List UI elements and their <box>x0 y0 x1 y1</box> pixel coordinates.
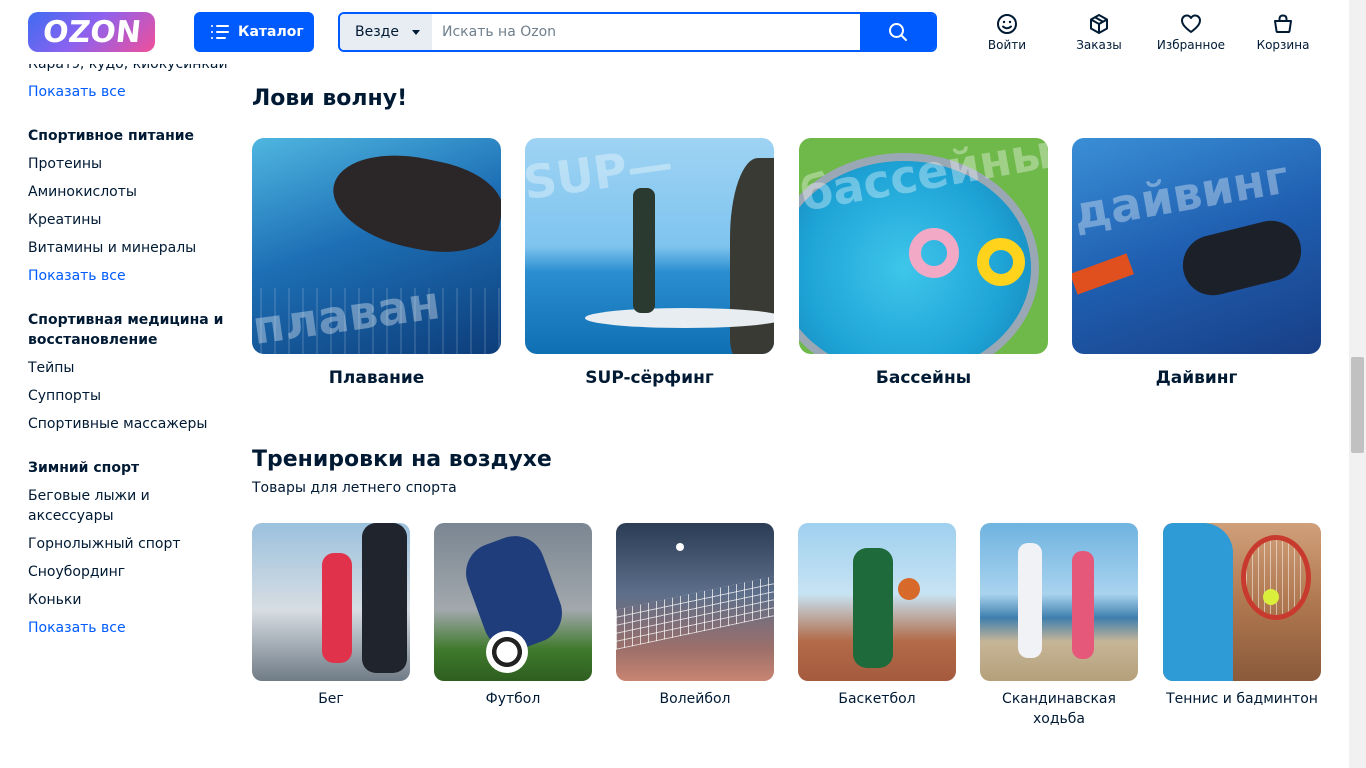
category-card-nordic-walking[interactable] <box>980 523 1138 681</box>
runner-image <box>322 553 352 663</box>
category-card-diving[interactable]: дайвинг <box>1072 138 1321 354</box>
catalog-button[interactable]: Каталог <box>194 12 314 52</box>
search-scope-value: Везде <box>355 24 399 40</box>
net-image <box>616 576 774 650</box>
show-all-link[interactable]: Показать все <box>28 82 126 102</box>
sidebar-item-snowboard[interactable]: Сноубординг <box>28 562 125 582</box>
surfer-image <box>633 188 655 313</box>
category-label[interactable]: Футбол <box>434 689 592 709</box>
orders-button[interactable]: Заказы <box>1059 12 1139 56</box>
walker-image <box>1072 551 1094 659</box>
sidebar-item-ski[interactable]: аксессуары <box>28 506 114 526</box>
player-image <box>853 548 893 668</box>
page-scrollbar[interactable] <box>1349 0 1366 768</box>
category-label-line: Скандинавская <box>1002 691 1116 707</box>
show-all-link[interactable]: Показать все <box>28 266 126 286</box>
ozon-logo[interactable]: OZON <box>28 12 155 52</box>
favorites-button[interactable]: Избранное <box>1151 12 1231 56</box>
walker-image <box>1018 543 1042 658</box>
search-button[interactable] <box>860 14 935 50</box>
category-label[interactable]: Теннис и бадминтон <box>1163 689 1321 709</box>
search-input[interactable] <box>432 14 862 50</box>
cart-label: Корзина <box>1256 38 1310 52</box>
ball-image <box>1263 589 1279 605</box>
sidebar-item-ski[interactable]: Беговые лыжи и <box>28 486 150 506</box>
show-all-link[interactable]: Показать все <box>28 618 126 638</box>
chevron-down-icon <box>412 30 420 35</box>
category-label[interactable]: Бег <box>252 689 410 709</box>
category-label[interactable]: Бассейны <box>799 368 1048 388</box>
search-scope-select[interactable]: Везде <box>340 14 432 50</box>
section-subtitle: Товары для летнего спорта <box>252 480 457 496</box>
category-label[interactable]: Плавание <box>252 368 501 388</box>
runner-image <box>362 523 407 673</box>
orders-label: Заказы <box>1076 38 1122 52</box>
sidebar-item-amino[interactable]: Аминокислоты <box>28 182 137 202</box>
sidebar-group-title[interactable]: Спортивное питание <box>28 126 194 146</box>
box-icon <box>1090 14 1108 34</box>
board-image <box>585 308 774 328</box>
category-card-sup[interactable]: SUP— <box>525 138 774 354</box>
heart-icon <box>1181 14 1201 33</box>
category-label[interactable]: Скандинавская ходьба <box>980 689 1138 729</box>
sidebar-item-creatine[interactable]: Креатины <box>28 210 101 230</box>
sidebar-item-proteins[interactable]: Протеины <box>28 154 102 174</box>
racket-image <box>1241 535 1311 620</box>
catalog-label: Каталог <box>238 24 304 40</box>
menu-icon <box>211 25 229 39</box>
ball-image <box>898 578 920 600</box>
category-card-basketball[interactable] <box>798 523 956 681</box>
category-card-running[interactable] <box>252 523 410 681</box>
category-label[interactable]: SUP-сёрфинг <box>525 368 774 388</box>
sidebar-group-title[interactable]: Зимний спорт <box>28 458 139 478</box>
category-label[interactable]: Волейбол <box>616 689 774 709</box>
login-label: Войти <box>987 38 1027 52</box>
sidebar-item-skates[interactable]: Коньки <box>28 590 81 610</box>
sidebar-group-title[interactable]: Спортивная медицина и <box>28 310 223 330</box>
fin-image <box>1072 253 1134 295</box>
header: OZON Каталог Везде Войти <box>0 0 1349 64</box>
section-title: Лови волну! <box>252 86 408 111</box>
sidebar-group-title[interactable]: восстановление <box>28 330 158 350</box>
favorites-label: Избранное <box>1156 38 1226 52</box>
user-icon <box>997 14 1017 34</box>
category-card-swimming[interactable]: плаван <box>252 138 501 354</box>
category-card-volleyball[interactable] <box>616 523 774 681</box>
swimmer-image <box>324 141 501 265</box>
sidebar-item-vitamins[interactable]: Витамины и минералы <box>28 238 196 258</box>
scrollbar-thumb[interactable] <box>1351 357 1364 453</box>
diver-image <box>1176 214 1308 302</box>
login-button[interactable]: Войти <box>967 12 1047 56</box>
cart-button[interactable]: Корзина <box>1243 12 1323 56</box>
category-label-line: ходьба <box>1033 711 1085 727</box>
category-card-football[interactable] <box>434 523 592 681</box>
float-ring <box>909 228 959 278</box>
search-bar: Везде <box>338 12 937 52</box>
section-title: Тренировки на воздухе <box>252 447 552 472</box>
sidebar-item-alpine[interactable]: Горнолыжный спорт <box>28 534 181 554</box>
sidebar-item-tapes[interactable]: Тейпы <box>28 358 74 378</box>
cart-icon <box>1274 14 1292 33</box>
category-card-tennis[interactable] <box>1163 523 1321 681</box>
ball-image <box>486 631 528 673</box>
sidebar-item-massagers[interactable]: Спортивные массажеры <box>28 414 207 434</box>
category-label[interactable]: Дайвинг <box>1072 368 1321 388</box>
ball-image <box>676 543 684 551</box>
float-ring <box>977 238 1025 286</box>
search-icon <box>888 23 907 41</box>
category-label[interactable]: Баскетбол <box>798 689 956 709</box>
sidebar-item-supports[interactable]: Суппорты <box>28 386 101 406</box>
category-card-pools[interactable]: бассейны <box>799 138 1048 354</box>
player-image <box>1163 523 1233 681</box>
logo-text: OZON <box>40 14 143 50</box>
